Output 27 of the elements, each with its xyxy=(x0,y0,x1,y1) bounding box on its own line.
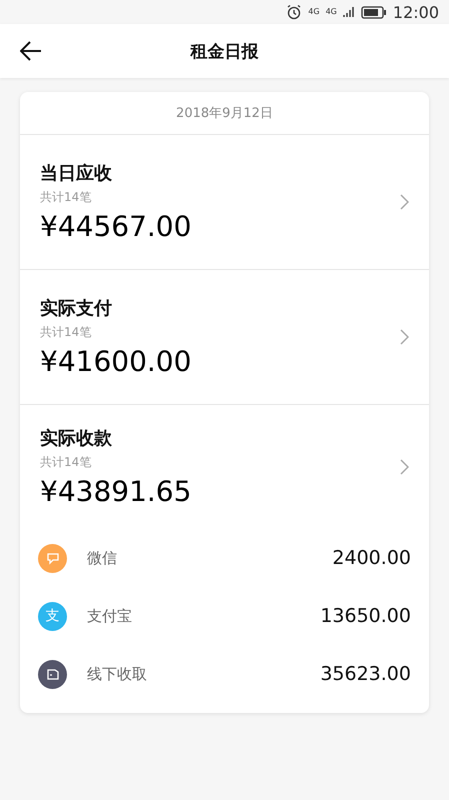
amount-total: ¥43891.65 xyxy=(40,475,192,508)
section-title: 当日应收 xyxy=(40,162,113,185)
amount-total: ¥44567.00 xyxy=(40,210,192,243)
network-label: 4G xyxy=(308,8,320,16)
network-label: 4G xyxy=(326,8,337,16)
channel-amount: 35623.00 xyxy=(320,663,411,685)
record-count: 共计14笔 xyxy=(40,454,92,471)
record-count: 共计14笔 xyxy=(40,324,92,341)
channel-amount: 13650.00 xyxy=(320,605,411,627)
channel-amount: 2400.00 xyxy=(332,547,411,569)
chevron-icon[interactable] xyxy=(400,194,409,210)
channel-name: 微信 xyxy=(87,548,118,568)
amount-total: ¥41600.00 xyxy=(40,345,192,378)
channel-name: 线下收取 xyxy=(87,664,148,684)
chevron-icon[interactable] xyxy=(400,459,409,475)
section-title: 实际收款 xyxy=(40,427,113,450)
section-title: 实际支付 xyxy=(40,297,113,320)
alarm-icon xyxy=(286,4,302,20)
payment-logo-icon: 支 xyxy=(38,602,67,630)
record-count: 共计14笔 xyxy=(40,189,92,206)
status-time: 12:00 xyxy=(392,2,439,22)
report-date: 2018年9月12日 xyxy=(176,105,273,122)
page-title: 租金日报 xyxy=(190,40,258,62)
chevron-icon[interactable] xyxy=(400,329,409,345)
channel-name: 支付宝 xyxy=(87,606,133,626)
battery-icon xyxy=(360,6,387,18)
signal-icon xyxy=(342,6,355,18)
